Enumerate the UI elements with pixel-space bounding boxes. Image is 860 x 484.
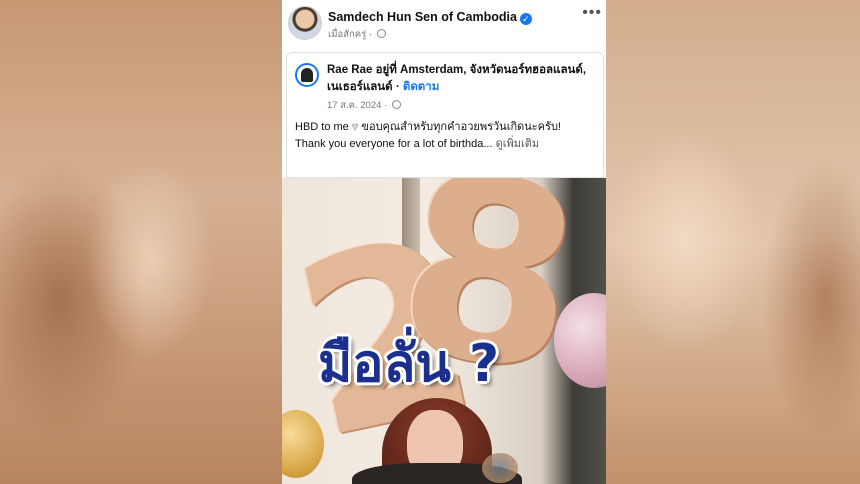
shared-author-name[interactable]: Rae Rae xyxy=(327,64,372,76)
globe-icon xyxy=(376,29,386,38)
heart-icon: ♥ xyxy=(351,121,359,134)
page-name[interactable]: Samdech Hun Sen of Cambodia xyxy=(328,10,517,24)
background-right xyxy=(606,0,860,484)
page-name-row: Samdech Hun Sen of Cambodia ✓ xyxy=(328,8,532,26)
shared-post-date[interactable]: 17 ส.ค. 2024 xyxy=(327,100,381,111)
background-left xyxy=(0,0,282,484)
post-caption: HBD to me ♥ ขอบคุณสำหรับทุกคำอวยพรวันเกิ… xyxy=(295,119,600,153)
shared-post: Rae Rae อยู่ที่ Amsterdam, จังหวัดนอร์ทฮ… xyxy=(286,52,604,178)
facebook-post: Samdech Hun Sen of Cambodia ✓ เมื่อสักครู… xyxy=(282,0,606,484)
shared-post-title: Rae Rae อยู่ที่ Amsterdam, จังหวัดนอร์ทฮ… xyxy=(327,62,597,96)
shared-post-meta: 17 ส.ค. 2024 · xyxy=(327,98,401,113)
follow-button[interactable]: ติดตาม xyxy=(403,81,439,93)
verified-icon: ✓ xyxy=(519,13,532,25)
caption-text-en: HBD to me xyxy=(295,121,349,133)
shared-author-avatar[interactable] xyxy=(295,63,319,87)
caption-text-line2: Thank you everyone for a lot of birthda.… xyxy=(295,138,493,150)
page-avatar[interactable] xyxy=(288,6,322,40)
shoulder-tattoo xyxy=(482,453,518,483)
title-separator: · xyxy=(395,81,400,93)
post-meta: เมื่อสักครู่ · xyxy=(328,27,386,42)
overlay-headline: มือลั่น ? xyxy=(318,334,500,394)
post-time[interactable]: เมื่อสักครู่ xyxy=(328,29,366,40)
caption-text-th: ขอบคุณสำหรับทุกคำอวยพรวันเกิดนะครับ! xyxy=(361,121,561,133)
meta-separator: · xyxy=(368,29,373,40)
see-more-link[interactable]: ดูเพิ่มเติม xyxy=(496,138,540,150)
more-icon[interactable]: ••• xyxy=(582,4,602,22)
shared-meta-separator: · xyxy=(384,100,388,111)
post-header: Samdech Hun Sen of Cambodia ✓ เมื่อสักครู… xyxy=(282,0,606,50)
globe-icon xyxy=(391,100,401,109)
post-photo[interactable]: 2 8 xyxy=(282,178,606,484)
